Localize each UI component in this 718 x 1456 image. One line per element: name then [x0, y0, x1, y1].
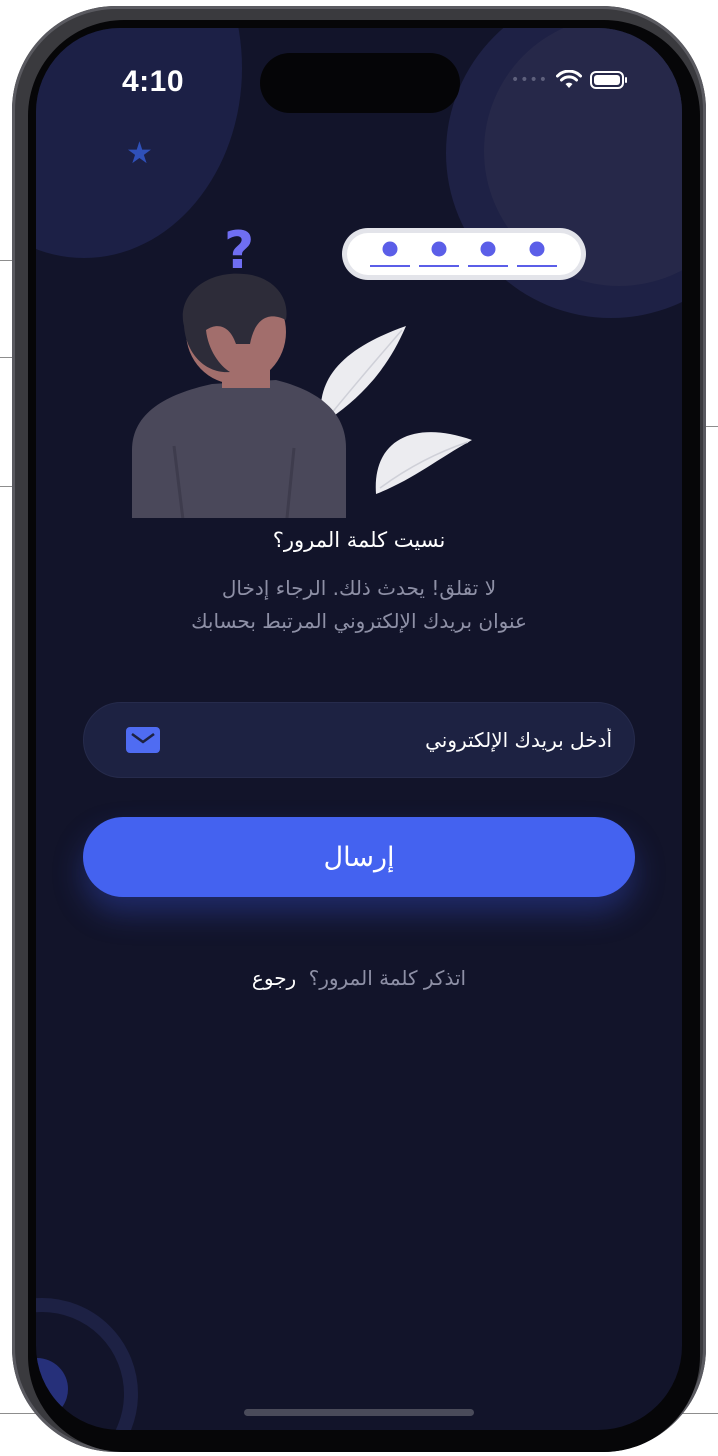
page-title: نسيت كلمة المرور؟	[272, 528, 446, 552]
guide-mark	[0, 260, 12, 261]
password-dot	[382, 241, 398, 257]
password-dot	[529, 241, 545, 257]
battery-icon	[590, 71, 627, 89]
subtitle-line: لا تقلق! يحدث ذلك. الرجاء إدخال	[221, 576, 497, 600]
guide-mark	[0, 357, 12, 358]
status-icons: ••••	[510, 70, 627, 90]
password-dot	[480, 241, 496, 257]
person-figure	[132, 273, 346, 518]
page-subtitle: لا تقلق! يحدث ذلك. الرجاء إدخال عنوان بر…	[156, 572, 562, 638]
email-input[interactable]	[160, 727, 614, 753]
guide-mark	[706, 426, 718, 427]
dynamic-island	[260, 53, 460, 113]
forgot-password-illustration: ?	[132, 221, 586, 518]
back-link[interactable]: رجوع	[252, 966, 296, 990]
email-field[interactable]	[83, 702, 635, 778]
home-indicator[interactable]	[244, 1409, 474, 1416]
guide-mark	[680, 1413, 718, 1414]
leaf	[375, 432, 472, 494]
cellular-dots-icon: ••••	[510, 72, 548, 88]
subtitle-line: عنوان بريدك الإلكتروني المرتبط بحسابك	[191, 609, 527, 633]
back-to-login: اتذكر كلمة المرور؟ رجوع	[36, 966, 682, 990]
app-screen: 4:10 •••• ★ ? نسيت كلمة المرور؟ لا تقلق!…	[36, 28, 682, 1430]
guide-mark	[0, 486, 12, 487]
submit-button[interactable]: إرسال	[83, 817, 635, 897]
back-prompt: اتذكر كلمة المرور؟	[308, 966, 467, 990]
mail-icon	[126, 727, 160, 753]
wifi-icon	[556, 70, 582, 88]
password-bubble	[342, 228, 586, 280]
question-mark: ?	[224, 221, 254, 281]
status-time: 4:10	[122, 65, 185, 98]
star-icon: ★	[126, 136, 153, 171]
password-dot	[431, 241, 447, 257]
